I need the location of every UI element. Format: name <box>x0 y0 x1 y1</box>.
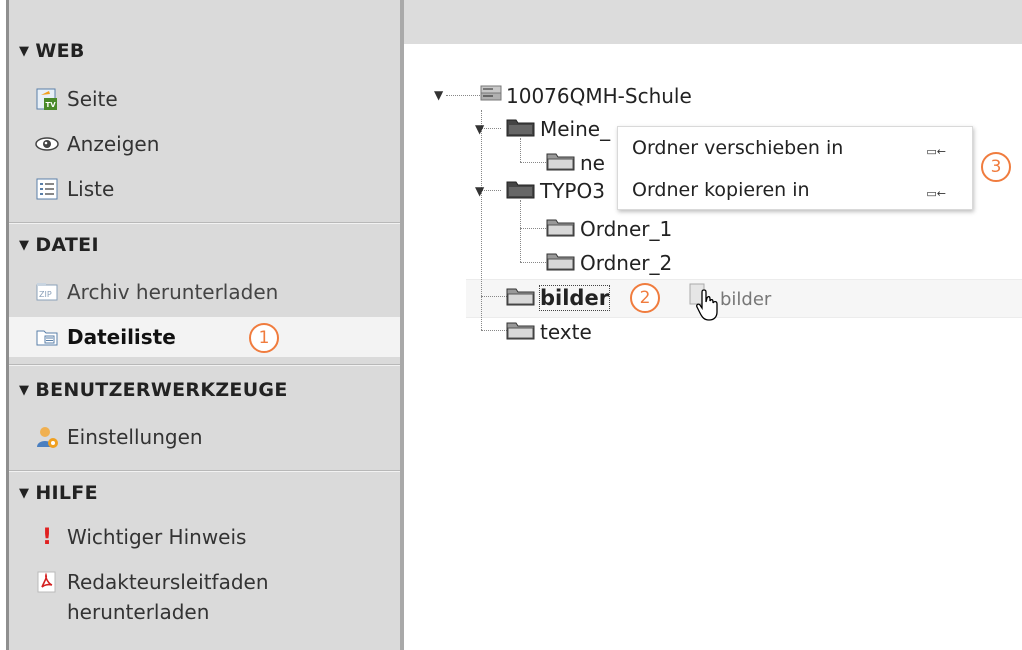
sidebar-item-archiv-herunterladen[interactable]: ZIP Archiv herunterladen <box>35 276 278 308</box>
tree-expand-icon[interactable]: ▼ <box>434 88 443 102</box>
tree-node-typo3[interactable]: TYPO3 <box>506 176 605 205</box>
tree-node-root[interactable]: 10076QMH-Schule <box>480 82 692 109</box>
tree-line <box>481 296 507 297</box>
folder-icon <box>546 214 576 243</box>
pdf-link-line1: Redakteursleitfaden <box>67 570 269 594</box>
tree-node-neu[interactable]: ne <box>546 148 605 177</box>
tree-line <box>520 262 548 263</box>
folder-icon <box>506 283 536 312</box>
callout-badge-1: 1 <box>249 323 279 353</box>
tree-line <box>520 200 521 262</box>
pdf-icon <box>35 570 59 594</box>
collapse-triangle-icon: ▼ <box>19 44 30 59</box>
tree-node-ordner-1[interactable]: Ordner_1 <box>546 214 672 243</box>
section-header-datei[interactable]: ▼ DATEI <box>19 234 99 256</box>
folder-user-icon <box>506 176 536 205</box>
zip-archive-icon: ZIP <box>35 280 59 304</box>
sidebar-item-wichtiger-hinweis[interactable]: ! Wichtiger Hinweis <box>35 521 246 553</box>
tree-line <box>481 330 507 331</box>
folder-icon <box>546 148 576 177</box>
menu-item-ordner-verschieben[interactable]: Ordner verschieben in <box>632 137 843 159</box>
list-icon <box>35 177 59 201</box>
section-header-web[interactable]: ▼ WEB <box>19 40 85 62</box>
svg-text:ZIP: ZIP <box>39 290 52 299</box>
section-divider <box>9 364 400 366</box>
context-menu: Ordner verschieben in ▭← Ordner kopieren… <box>617 126 973 210</box>
section-divider <box>9 222 400 224</box>
sidebar-item-liste[interactable]: Liste <box>35 173 114 205</box>
collapse-triangle-icon: ▼ <box>19 238 30 253</box>
sidebar-item-redakteursleitfaden[interactable]: Redakteursleitfaden herunterladen <box>35 567 269 627</box>
sidebar-item-dateiliste[interactable]: Dateiliste <box>9 317 400 357</box>
folder-user-icon <box>506 114 536 143</box>
folder-copy-icon: ▭← <box>926 187 946 200</box>
module-menu-sidebar: ▼ WEB TV Seite Anzeigen Liste ▼ DATEI ZIP … <box>9 0 404 650</box>
collapse-triangle-icon: ▼ <box>19 486 30 501</box>
folder-move-icon: ▭← <box>926 145 946 158</box>
svg-text:TV: TV <box>46 101 57 109</box>
tree-node-meine-dateien[interactable]: Meine_ <box>506 114 610 143</box>
sidebar-item-seite[interactable]: TV Seite <box>35 83 118 115</box>
server-icon <box>480 82 502 109</box>
sidebar-item-anzeigen[interactable]: Anzeigen <box>35 128 159 160</box>
collapse-triangle-icon: ▼ <box>19 383 30 398</box>
folder-icon <box>546 248 576 277</box>
section-divider <box>9 470 400 472</box>
section-header-benutzerwerkzeuge[interactable]: ▼ BENUTZERWERKZEUGE <box>19 379 288 401</box>
tree-expand-icon[interactable]: ▼ <box>475 122 484 136</box>
tree-node-texte[interactable]: texte <box>506 317 592 346</box>
exclamation-icon: ! <box>41 524 53 550</box>
hand-cursor-icon <box>696 288 722 326</box>
drag-ghost-label: bilder <box>720 289 772 310</box>
callout-badge-3: 3 <box>981 152 1011 182</box>
page-module-icon: TV <box>35 87 59 111</box>
content-docheader <box>404 0 1022 44</box>
window-frame-left <box>0 0 9 650</box>
tree-node-ordner-2[interactable]: Ordner_2 <box>546 248 672 277</box>
tree-line <box>481 110 482 330</box>
tree-line <box>520 162 548 163</box>
pdf-link-line2: herunterladen <box>67 600 210 624</box>
filelist-icon <box>35 325 59 349</box>
callout-badge-2: 2 <box>630 283 660 313</box>
sidebar-item-einstellungen[interactable]: Einstellungen <box>35 421 203 453</box>
user-settings-icon <box>35 425 59 449</box>
menu-item-ordner-kopieren[interactable]: Ordner kopieren in <box>632 179 810 201</box>
section-header-hilfe[interactable]: ▼ HILFE <box>19 482 98 504</box>
tree-expand-icon[interactable]: ▼ <box>475 184 484 198</box>
tree-node-bilder[interactable]: bilder <box>506 283 611 312</box>
folder-icon <box>506 317 536 346</box>
tree-line <box>520 228 548 229</box>
eye-icon <box>35 132 59 156</box>
tree-line <box>446 95 480 96</box>
